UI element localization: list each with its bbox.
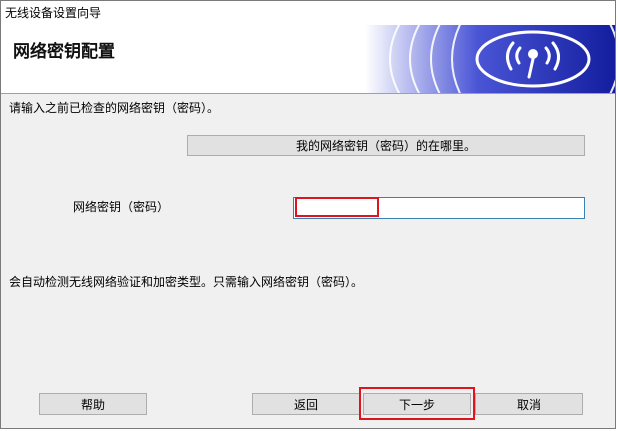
window-title: 无线设备设置向导: [1, 1, 615, 25]
wizard-window: 无线设备设置向导 网络密钥配置 请输入之前已检查的网络密钥（密码）。 我的网络密…: [0, 0, 616, 429]
auto-detect-note: 会自动检测无线网络验证和加密类型。只需输入网络密钥（密码）。: [9, 275, 364, 289]
cancel-button[interactable]: 取消: [475, 393, 583, 415]
next-button[interactable]: 下一步: [363, 393, 471, 415]
network-key-input[interactable]: [293, 197, 585, 219]
instruction-text: 请输入之前已检查的网络密钥（密码）。: [9, 101, 220, 115]
header-banner: 网络密钥配置: [1, 25, 615, 94]
where-is-key-button[interactable]: 我的网络密钥（密码）的在哪里。: [187, 135, 585, 156]
back-button[interactable]: 返回: [252, 393, 360, 415]
page-title: 网络密钥配置: [13, 42, 115, 62]
network-key-label: 网络密钥（密码）: [73, 200, 170, 214]
help-button[interactable]: 帮助: [39, 393, 147, 415]
wireless-signal-icon: [365, 25, 615, 93]
